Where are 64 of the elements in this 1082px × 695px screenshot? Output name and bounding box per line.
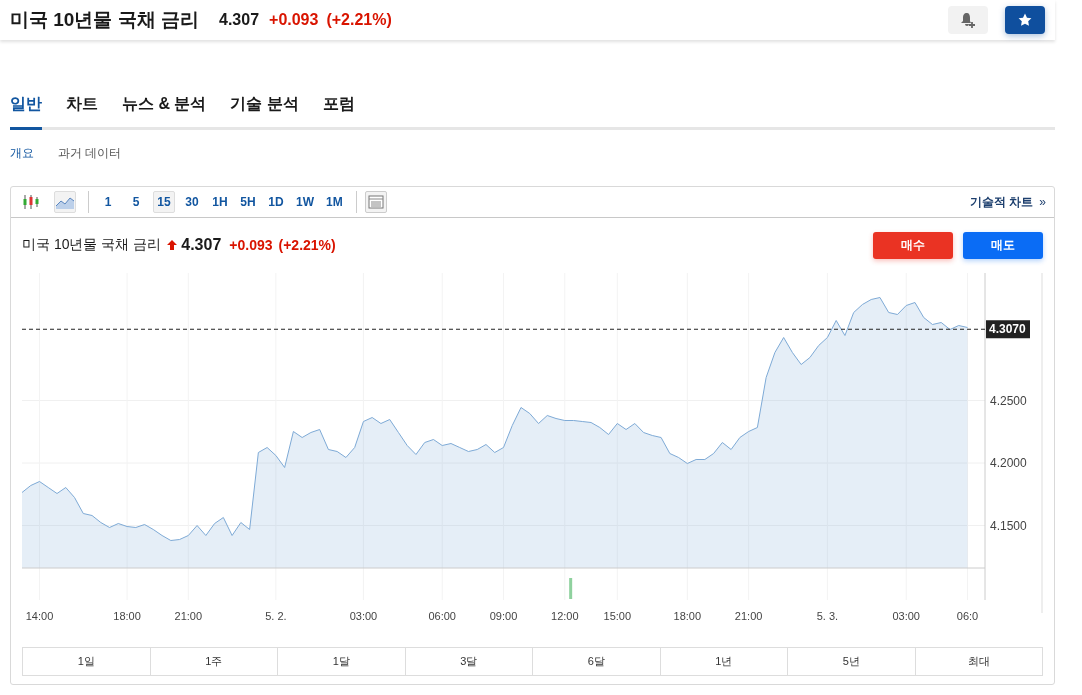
sub-tab[interactable]: 개요 bbox=[10, 145, 34, 162]
x-axis-label: 18:00 bbox=[673, 610, 702, 622]
buy-button[interactable]: 매수 bbox=[873, 231, 953, 259]
range-button[interactable]: 1년 bbox=[660, 648, 788, 675]
interval-button[interactable]: 5H bbox=[237, 191, 259, 213]
area-chart-button[interactable] bbox=[54, 191, 76, 213]
tab[interactable]: 기술 분석 bbox=[230, 90, 299, 130]
candlestick-icon bbox=[22, 194, 40, 210]
price-label: 4.3070 bbox=[986, 320, 1030, 339]
interval-button[interactable]: 5 bbox=[125, 191, 147, 213]
range-button[interactable]: 1주 bbox=[150, 648, 278, 675]
interval-button[interactable]: 15 bbox=[153, 191, 175, 213]
range-button[interactable]: 1일 bbox=[23, 648, 151, 675]
sub-tab[interactable]: 과거 데이터 bbox=[58, 145, 122, 162]
bell-plus-icon bbox=[959, 11, 977, 29]
tab[interactable]: 뉴스 & 분석 bbox=[122, 90, 207, 130]
table-icon bbox=[367, 195, 384, 209]
x-axis-label: 15:00 bbox=[603, 610, 632, 622]
interval-button[interactable]: 1H bbox=[209, 191, 231, 213]
interval-button[interactable]: 30 bbox=[181, 191, 203, 213]
x-axis-label: 21:00 bbox=[734, 610, 763, 622]
instrument-name: 미국 10년물 국채 금리 bbox=[22, 236, 162, 254]
tab[interactable]: 포럼 bbox=[322, 90, 355, 130]
interval-button[interactable]: 1W bbox=[293, 191, 317, 213]
star-icon bbox=[1018, 13, 1032, 27]
range-button[interactable]: 최대 bbox=[915, 648, 1042, 675]
range-button[interactable]: 6달 bbox=[533, 648, 661, 675]
sell-button[interactable]: 매도 bbox=[963, 231, 1043, 259]
tab[interactable]: 일반 bbox=[10, 90, 42, 130]
x-axis-label: 06:0 bbox=[956, 610, 979, 622]
x-axis-label: 5. 2. bbox=[265, 610, 287, 622]
price: 4.307 bbox=[219, 11, 260, 29]
price: 4.307 bbox=[181, 236, 222, 254]
double-arrow-icon: » bbox=[1039, 195, 1046, 209]
x-axis-label: 09:00 bbox=[489, 610, 518, 622]
price-change-percent: (+2.21%) bbox=[326, 11, 392, 29]
x-axis-label: 06:00 bbox=[428, 610, 456, 622]
range-button[interactable]: 3달 bbox=[405, 648, 533, 675]
technical-chart-link[interactable]: 기술적 차트 bbox=[969, 193, 1034, 211]
up-arrow-icon bbox=[167, 240, 178, 250]
x-axis-label: 03:00 bbox=[892, 610, 920, 622]
interval-button[interactable]: 1 bbox=[97, 191, 119, 213]
x-axis-label: 21:00 bbox=[174, 610, 203, 622]
area-chart-icon bbox=[56, 195, 74, 209]
price-change-percent: (+2.21%) bbox=[278, 237, 336, 253]
page-title: 미국 10년물 국채 금리 bbox=[10, 8, 199, 32]
x-axis-label: 12:00 bbox=[551, 610, 579, 622]
x-axis-label: 03:00 bbox=[349, 610, 378, 622]
x-axis-label: 14:00 bbox=[25, 610, 54, 622]
range-button[interactable]: 5년 bbox=[788, 648, 916, 675]
add-alert-button[interactable] bbox=[948, 6, 988, 34]
y-axis-label: 4.2000 bbox=[990, 456, 1027, 470]
y-axis-label: 4.2500 bbox=[990, 393, 1027, 408]
tab[interactable]: 차트 bbox=[66, 90, 98, 130]
x-axis-label: 5. 3. bbox=[816, 610, 839, 622]
watchlist-button[interactable] bbox=[1005, 6, 1045, 34]
price-change: +0.093 bbox=[269, 11, 319, 29]
interval-button[interactable]: 1D bbox=[265, 191, 287, 213]
x-axis-label: 18:00 bbox=[113, 610, 141, 622]
range-button[interactable]: 1달 bbox=[278, 648, 406, 675]
y-axis-label: 4.1500 bbox=[990, 518, 1027, 533]
interval-button[interactable]: 1M bbox=[323, 191, 346, 213]
volume-bar bbox=[569, 578, 573, 599]
price-change: +0.093 bbox=[229, 237, 273, 253]
